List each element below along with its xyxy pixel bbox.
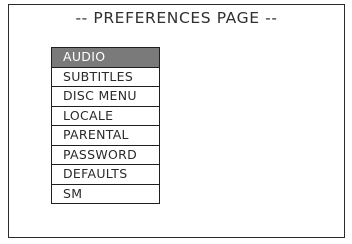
menu-item-locale[interactable]: LOCALE	[51, 106, 160, 126]
menu-item-parental[interactable]: PARENTAL	[51, 126, 160, 146]
menu-item-sm[interactable]: SM	[51, 184, 160, 204]
menu-item-subtitles[interactable]: SUBTITLES	[51, 67, 160, 87]
preferences-menu: AUDIO SUBTITLES DISC MENU LOCALE PARENTA…	[51, 47, 160, 204]
menu-item-password[interactable]: PASSWORD	[51, 145, 160, 165]
preferences-screen: -- PREFERENCES PAGE -- AUDIO SUBTITLES D…	[8, 4, 345, 238]
menu-item-audio[interactable]: AUDIO	[51, 48, 160, 68]
menu-item-disc-menu[interactable]: DISC MENU	[51, 87, 160, 107]
menu-item-defaults[interactable]: DEFAULTS	[51, 165, 160, 185]
page-title: -- PREFERENCES PAGE --	[75, 9, 278, 27]
